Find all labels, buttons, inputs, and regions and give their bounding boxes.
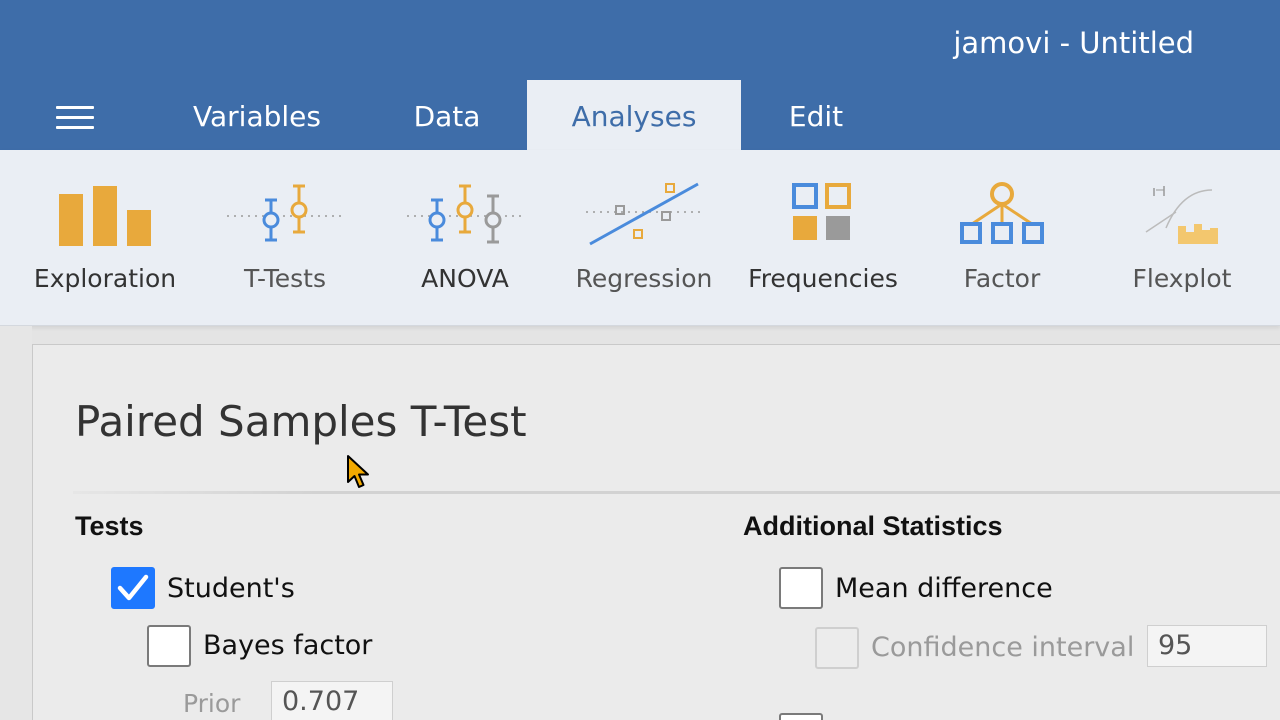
frequencies-icon <box>792 183 851 240</box>
tab-data[interactable]: Data <box>392 80 502 152</box>
hamburger-menu-icon[interactable] <box>56 106 94 132</box>
ribbon-regression[interactable]: Regression <box>570 150 718 326</box>
ribbon-flexplot[interactable]: Flexplot <box>1124 150 1240 326</box>
ribbon-label: Exploration <box>33 264 177 293</box>
ribbon-label: Frequencies <box>748 264 898 293</box>
anova-icon <box>407 184 523 244</box>
ribbon-factor[interactable]: Factor <box>940 150 1064 326</box>
tab-edit[interactable]: Edit <box>766 80 866 152</box>
ribbon-frequencies[interactable]: Frequencies <box>748 150 898 326</box>
prior-label: Prior <box>183 689 241 718</box>
ribbon-t-tests[interactable]: T-Tests <box>220 150 350 326</box>
app-header: jamovi - Untitled Variables Data Analyse… <box>0 0 1280 152</box>
ribbon-label: ANOVA <box>421 264 509 293</box>
confidence-interval-input[interactable]: 95 <box>1147 625 1267 667</box>
next-option-checkbox[interactable] <box>779 713 823 720</box>
title-divider <box>73 491 1280 494</box>
ribbon-label: Regression <box>575 264 713 293</box>
prior-input[interactable]: 0.707 <box>271 681 393 720</box>
bayes-factor-checkbox[interactable] <box>147 625 191 667</box>
confidence-interval-checkbox[interactable] <box>815 627 859 669</box>
regression-icon <box>586 182 702 246</box>
confidence-interval-label: Confidence interval <box>871 632 1135 663</box>
additional-statistics-heading: Additional Statistics <box>743 511 1003 541</box>
left-gutter <box>0 326 32 720</box>
students-checkbox[interactable] <box>111 567 155 609</box>
ribbon-label: Factor <box>963 264 1041 293</box>
mean-difference-label: Mean difference <box>835 573 1053 604</box>
ribbon-label: Flexplot <box>1132 264 1232 293</box>
analyses-ribbon: Exploration T-Tests ANOVA Regression Fre… <box>0 150 1280 326</box>
ribbon-label: T-Tests <box>244 264 326 293</box>
ribbon-anova[interactable]: ANOVA <box>400 150 530 326</box>
factor-icon <box>960 182 1044 244</box>
analysis-title: Paired Samples T-Test <box>75 397 527 446</box>
bar-chart-icon <box>59 186 151 246</box>
tests-heading: Tests <box>75 511 144 541</box>
tab-analyses[interactable]: Analyses <box>527 80 741 152</box>
analysis-options-panel: Paired Samples T-Test Tests Student's Ba… <box>32 344 1280 720</box>
mouse-cursor-icon <box>347 455 369 488</box>
ribbon-exploration[interactable]: Exploration <box>30 150 180 326</box>
check-icon <box>117 574 149 601</box>
students-label: Student's <box>167 573 295 604</box>
tab-variables[interactable]: Variables <box>176 80 338 152</box>
bayes-factor-label: Bayes factor <box>203 630 373 661</box>
t-test-icon <box>227 184 343 242</box>
mean-difference-checkbox[interactable] <box>779 567 823 609</box>
flexplot-icon <box>1145 186 1218 244</box>
window-title: jamovi - Untitled <box>953 26 1194 60</box>
